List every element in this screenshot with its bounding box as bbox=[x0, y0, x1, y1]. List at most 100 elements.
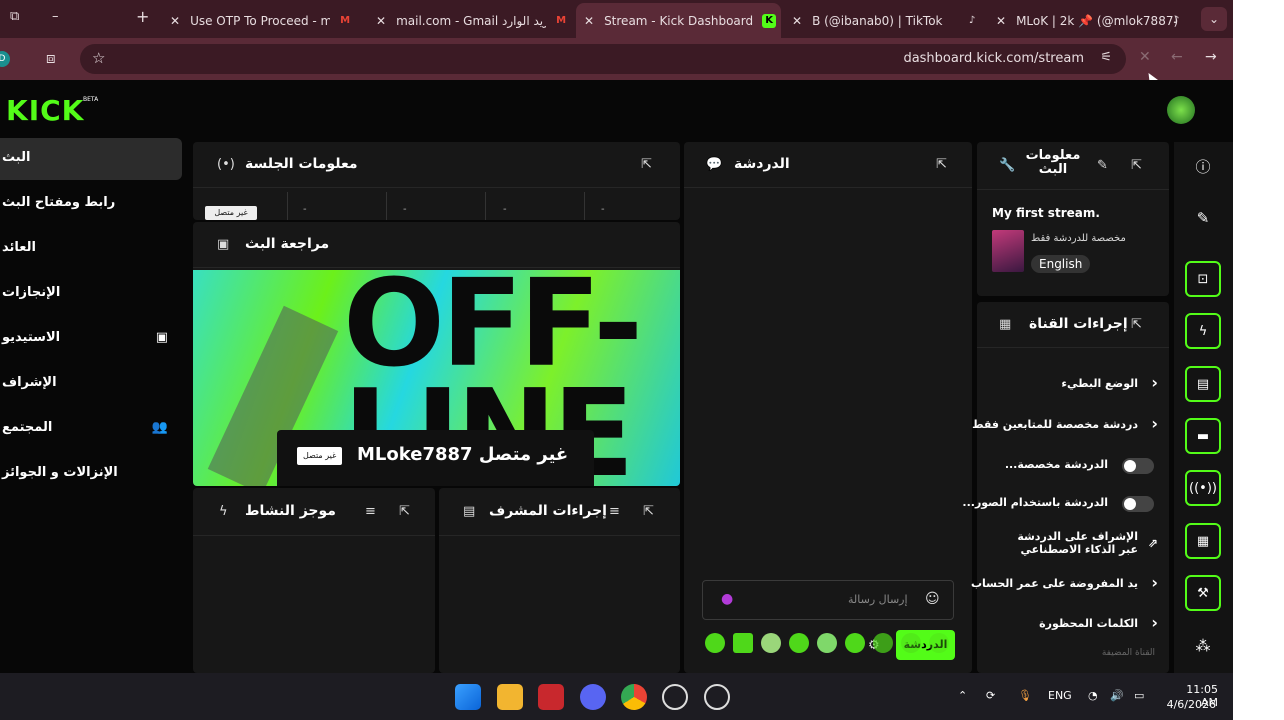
document-icon[interactable]: ▤ bbox=[1185, 366, 1221, 402]
windows-start-icon[interactable] bbox=[455, 684, 481, 710]
sidebar-item-achievements[interactable]: الإنجازات bbox=[0, 273, 182, 315]
sidebar-item-stream-key[interactable]: رابط ومفتاح البث bbox=[0, 183, 182, 225]
emote-icon[interactable] bbox=[845, 633, 865, 653]
sidebar-item-label: الإشراف bbox=[2, 375, 57, 390]
emote-icon[interactable] bbox=[817, 633, 837, 653]
edit-icon[interactable]: ✎ bbox=[1097, 158, 1108, 173]
popout-icon[interactable]: ⇱ bbox=[641, 157, 652, 172]
clock-date[interactable]: 4/6/2026 bbox=[1164, 698, 1216, 711]
subscribers-chat-toggle[interactable] bbox=[1122, 458, 1154, 474]
sidebar-item-stream[interactable]: البث bbox=[0, 138, 182, 180]
followers-only-action[interactable]: دردشة مخصصة للمتابعين فقط › bbox=[972, 408, 1168, 444]
stream-category: مخصصة للدردشة فقط bbox=[1031, 233, 1126, 244]
emote-chat-toggle[interactable] bbox=[1122, 496, 1154, 512]
chrome-icon[interactable] bbox=[621, 684, 647, 710]
chevron-right-icon: › bbox=[1151, 573, 1158, 592]
wifi-icon[interactable]: ◔ bbox=[1088, 689, 1098, 702]
emote-icon[interactable] bbox=[929, 633, 949, 653]
site-settings-icon[interactable]: ⚟ bbox=[1100, 50, 1112, 65]
wrench-icon[interactable]: ⚒ bbox=[1185, 575, 1221, 611]
broadcast-icon[interactable]: ((•)) bbox=[1185, 470, 1221, 506]
banned-words-action[interactable]: الكلمات المحظورة › bbox=[978, 607, 1168, 643]
emote-icon[interactable] bbox=[873, 633, 893, 653]
popout-icon[interactable]: ⇱ bbox=[1131, 317, 1142, 332]
focus-icon[interactable]: ⊡ bbox=[1185, 261, 1221, 297]
layout-icon[interactable]: ▦ bbox=[1185, 523, 1221, 559]
chat-icon[interactable]: ▬ bbox=[1185, 418, 1221, 454]
tab-tiktok-ibanab[interactable]: ✕ B (@ibanab0) | TikTok ♪ bbox=[792, 3, 982, 38]
extensions-icon[interactable]: ⧈ bbox=[46, 49, 56, 67]
tray-chevron-icon[interactable]: ⌃ bbox=[958, 689, 967, 702]
forward-icon[interactable]: → bbox=[1205, 49, 1217, 65]
sidebar-item-drops[interactable]: الإنزالات و الجوائز bbox=[0, 453, 182, 495]
close-icon[interactable]: ✕ bbox=[792, 14, 802, 28]
tab-otp[interactable]: ✕ Use OTP To Proceed - mlok M bbox=[170, 3, 360, 38]
filter-icon[interactable]: ≡ bbox=[609, 504, 620, 519]
emoji-icon[interactable]: ☺ bbox=[925, 591, 940, 607]
panel-title: موجز النشاط bbox=[245, 503, 336, 519]
minimize-icon[interactable]: – bbox=[52, 9, 59, 24]
lightning-icon[interactable]: ϟ bbox=[1185, 313, 1221, 349]
chat-icon: 💬 bbox=[706, 157, 723, 172]
sidebar-item-label: المجتمع bbox=[2, 420, 53, 435]
stream-title: My first stream. bbox=[992, 206, 1100, 220]
slow-mode-action[interactable]: الوضع البطيء › bbox=[978, 367, 1168, 403]
account-age-action[interactable]: يد المفروضة على عمر الحساب › bbox=[971, 567, 1168, 603]
kick-logo[interactable]: KICK bbox=[6, 94, 84, 127]
layout-icon: ▦ bbox=[999, 317, 1012, 332]
battery-icon[interactable]: ▭ bbox=[1134, 689, 1144, 702]
sidebar-item-label: الإنزالات و الجوائز bbox=[2, 465, 118, 480]
popout-icon[interactable]: ⇱ bbox=[643, 504, 654, 519]
emote-icon[interactable] bbox=[901, 633, 921, 653]
activity-feed-panel: ϟ موجز النشاط ≡ ⇱ bbox=[193, 488, 435, 673]
emote-icon[interactable] bbox=[705, 633, 725, 653]
emote-icon[interactable] bbox=[789, 633, 809, 653]
volume-icon[interactable]: 🔊 bbox=[1110, 689, 1124, 702]
tab-kick-dashboard[interactable]: ✕ Stream - Kick Dashboard K bbox=[576, 3, 781, 38]
bookmark-star-icon[interactable]: ☆ bbox=[92, 49, 105, 67]
tab-menu-icon[interactable]: ⧉ bbox=[10, 9, 19, 24]
new-tab-button[interactable]: + bbox=[136, 7, 149, 26]
emote-icon[interactable] bbox=[733, 633, 753, 653]
popout-icon[interactable]: ⇱ bbox=[399, 504, 410, 519]
info-icon[interactable]: ⓘ bbox=[1185, 148, 1221, 184]
sync-icon[interactable]: ⟳ bbox=[986, 689, 995, 702]
back-icon[interactable]: ← bbox=[1171, 49, 1183, 65]
microphone-icon[interactable]: 🎙 bbox=[1018, 689, 1032, 702]
stat-value: - bbox=[403, 204, 407, 215]
sidebar-item-studio[interactable]: الاستيديو ▣ bbox=[0, 318, 182, 360]
file-explorer-icon[interactable] bbox=[497, 684, 523, 710]
sidebar-item-community[interactable]: المجتمع 👥 bbox=[0, 408, 182, 450]
sidebar-item-label: الاستيديو bbox=[2, 330, 61, 345]
url-field[interactable]: ☆ dashboard.kick.com/stream ⚟ bbox=[80, 44, 1126, 74]
popout-icon[interactable]: ⇱ bbox=[936, 157, 947, 172]
sidebar-item-label: الإنجازات bbox=[2, 285, 61, 300]
tab-tiktok-mlok[interactable]: ✕ MLoK | 2k 📌 (@mlok7887) ♪ bbox=[996, 3, 1191, 38]
add-widget-icon[interactable]: ⁂ bbox=[1185, 628, 1221, 664]
chat-input[interactable]: ● إرسال رسالة ☺ bbox=[702, 580, 954, 620]
ai-moderation-action[interactable]: الإشراف على الدردشة عبر الذكاء الاصطناعي… bbox=[978, 526, 1168, 566]
filter-icon[interactable]: ≡ bbox=[365, 504, 376, 519]
edit-icon[interactable]: ✎ bbox=[1185, 200, 1221, 236]
popout-icon[interactable]: ⇱ bbox=[1131, 158, 1142, 173]
close-icon[interactable]: ✕ bbox=[376, 14, 386, 28]
tab-search-dropdown[interactable]: ⌄ bbox=[1201, 7, 1227, 31]
sidebar-item-revenue[interactable]: العائد bbox=[0, 228, 182, 270]
close-icon[interactable]: ✕ bbox=[996, 14, 1006, 28]
user-avatar[interactable] bbox=[1167, 96, 1195, 124]
sidebar-item-moderation[interactable]: الإشراف bbox=[0, 363, 182, 405]
obs-icon[interactable] bbox=[662, 684, 688, 710]
stop-icon[interactable]: ✕ bbox=[1139, 49, 1151, 65]
profile-avatar[interactable]: D bbox=[0, 51, 10, 67]
tab-gmail[interactable]: ✕ mail.com - Gmail البريد الوارد M bbox=[376, 3, 571, 38]
close-icon[interactable]: ✕ bbox=[170, 14, 180, 28]
address-bar: D ⧈ ☆ dashboard.kick.com/stream ⚟ ✕ ← → bbox=[0, 38, 1233, 80]
emote-icon[interactable] bbox=[761, 633, 781, 653]
language-indicator[interactable]: ENG bbox=[1048, 689, 1072, 702]
voicemeeter-icon[interactable] bbox=[538, 684, 564, 710]
settings-gear-icon[interactable] bbox=[704, 684, 730, 710]
studio-icon: ▣ bbox=[155, 330, 168, 345]
microphone-icon[interactable]: ● bbox=[721, 591, 733, 607]
close-icon[interactable]: ✕ bbox=[584, 14, 594, 28]
discord-icon[interactable] bbox=[580, 684, 606, 710]
